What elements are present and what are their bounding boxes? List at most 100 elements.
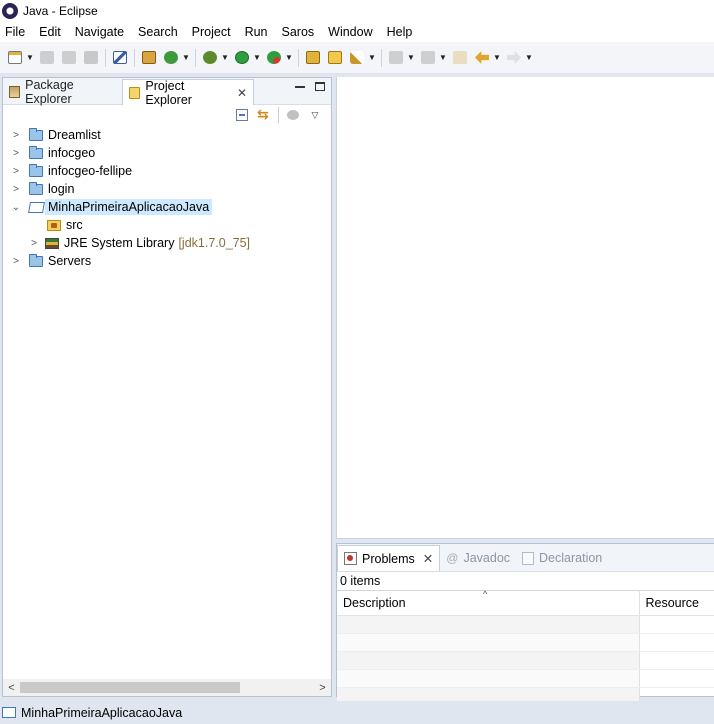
new-java-class-button[interactable] [161, 48, 181, 68]
forward-dropdown[interactable]: ▼ [525, 53, 533, 62]
package-explorer-icon [9, 86, 21, 98]
chevron-right-icon[interactable]: > [11, 256, 21, 267]
tree-item-label: Servers [48, 254, 92, 268]
chevron-right-icon[interactable]: > [29, 238, 39, 249]
tree-item-label: Dreamlist [48, 128, 101, 142]
run-external-tools-button[interactable] [264, 48, 284, 68]
title-bar: Java - Eclipse [0, 0, 714, 22]
table-cell [639, 651, 714, 670]
problems-item-count: 0 items [340, 574, 381, 588]
forward-button[interactable] [504, 48, 524, 68]
menu-saros[interactable]: Saros [275, 25, 322, 39]
tree-item-label: MinhaPrimeiraAplicacaoJava [45, 199, 213, 215]
chevron-right-icon[interactable]: > [11, 148, 21, 159]
horizontal-scrollbar[interactable]: < > [3, 679, 331, 696]
back-dropdown[interactable]: ▼ [493, 53, 501, 62]
minimize-icon[interactable] [295, 85, 305, 88]
tab-project-explorer[interactable]: Project Explorer ✕ [122, 79, 254, 107]
table-row [337, 669, 714, 688]
menu-file[interactable]: File [0, 25, 32, 39]
editor-area[interactable] [336, 77, 714, 539]
menu-navigate[interactable]: Navigate [68, 25, 131, 39]
scroll-thumb[interactable] [20, 682, 240, 693]
collapse-all-icon [236, 109, 248, 121]
scroll-left-icon[interactable]: < [3, 682, 20, 694]
focus-icon [287, 110, 299, 120]
tab-label: Declaration [539, 551, 603, 565]
tree-item-src[interactable]: src [3, 216, 331, 234]
tree-item-infocgeo-fellipe[interactable]: > infocgeo-fellipe [3, 162, 331, 180]
tab-package-explorer[interactable]: Package Explorer [3, 78, 121, 106]
view-menu-button[interactable]: ▽ [307, 107, 323, 123]
tree-item-minhaprimeiraaplicacaojava[interactable]: ⌄ MinhaPrimeiraAplicacaoJava [3, 198, 331, 216]
chevron-right-icon[interactable]: > [11, 184, 21, 195]
library-icon [45, 237, 59, 249]
next-annotation-button[interactable] [386, 48, 406, 68]
tree-item-dreamlist[interactable]: > Dreamlist [3, 126, 331, 144]
column-label: Description [343, 596, 406, 610]
chevron-right-icon[interactable]: > [11, 166, 21, 177]
tab-javadoc[interactable]: @ Javadoc [440, 545, 516, 571]
scroll-track[interactable] [20, 682, 314, 693]
table-cell [337, 669, 640, 688]
problems-table: ^ Description Resource [337, 589, 714, 706]
tree-item-jre-system-library[interactable]: > JRE System Library [jdk1.7.0_75] [3, 234, 331, 252]
column-header-description[interactable]: ^ Description [337, 589, 640, 616]
run-button[interactable] [232, 48, 252, 68]
debug-dropdown[interactable]: ▼ [221, 53, 229, 62]
forward-icon [507, 51, 521, 64]
menu-edit[interactable]: Edit [32, 25, 68, 39]
back-button[interactable] [472, 48, 492, 68]
new-wizard-button[interactable] [5, 48, 25, 68]
previous-annotation-button[interactable] [418, 48, 438, 68]
menu-run[interactable]: Run [238, 25, 275, 39]
debug-button[interactable] [200, 48, 220, 68]
close-icon[interactable]: ✕ [423, 551, 433, 566]
tree-item-infocgeo[interactable]: > infocgeo [3, 144, 331, 162]
chevron-right-icon[interactable]: > [11, 130, 21, 141]
toolbar-separator [298, 48, 299, 67]
view-menu-icon: ▽ [311, 109, 319, 120]
save-all-button[interactable] [59, 48, 79, 68]
search-button[interactable] [347, 48, 367, 68]
save-button[interactable] [37, 48, 57, 68]
search-icon [350, 51, 364, 64]
chevron-down-icon[interactable]: ⌄ [11, 202, 21, 213]
tree-item-servers[interactable]: > Servers [3, 252, 331, 270]
maximize-icon[interactable] [315, 82, 325, 91]
new-java-class-dropdown[interactable]: ▼ [182, 53, 190, 62]
collapse-all-button[interactable] [234, 107, 250, 123]
view-controls [295, 82, 325, 91]
tree-item-login[interactable]: > login [3, 180, 331, 198]
new-wizard-dropdown[interactable]: ▼ [26, 53, 34, 62]
new-java-package-button[interactable] [139, 48, 159, 68]
column-header-resource[interactable]: Resource [639, 590, 714, 616]
project-folder-icon [29, 181, 43, 195]
menu-help[interactable]: Help [380, 25, 420, 39]
link-with-editor-button[interactable] [256, 106, 272, 123]
last-edit-location-button[interactable] [450, 48, 470, 68]
tab-declaration[interactable]: Declaration [516, 545, 608, 571]
print-button[interactable] [81, 48, 101, 68]
tab-problems[interactable]: Problems ✕ [337, 545, 441, 571]
menu-window[interactable]: Window [321, 25, 379, 39]
tree-item-label: infocgeo-fellipe [48, 164, 133, 178]
eclipse-logo-icon [2, 3, 18, 19]
scroll-right-icon[interactable]: > [314, 682, 331, 694]
run-dropdown[interactable]: ▼ [253, 53, 261, 62]
open-project-button[interactable] [325, 48, 345, 68]
skip-breakpoints-button[interactable] [110, 48, 130, 68]
previous-annotation-dropdown[interactable]: ▼ [439, 53, 447, 62]
previous-annotation-icon [421, 51, 435, 64]
menu-project[interactable]: Project [185, 25, 238, 39]
focus-on-workspace-button[interactable] [285, 107, 301, 123]
open-type-button[interactable] [303, 48, 323, 68]
menu-search[interactable]: Search [131, 25, 185, 39]
problems-tab-bar: Problems ✕ @ Javadoc Declaration [337, 544, 714, 572]
table-row [337, 651, 714, 670]
search-dropdown[interactable]: ▼ [368, 53, 376, 62]
run-external-tools-dropdown[interactable]: ▼ [285, 53, 293, 62]
close-icon[interactable]: ✕ [237, 86, 247, 100]
run-icon [235, 51, 249, 64]
next-annotation-dropdown[interactable]: ▼ [407, 53, 415, 62]
